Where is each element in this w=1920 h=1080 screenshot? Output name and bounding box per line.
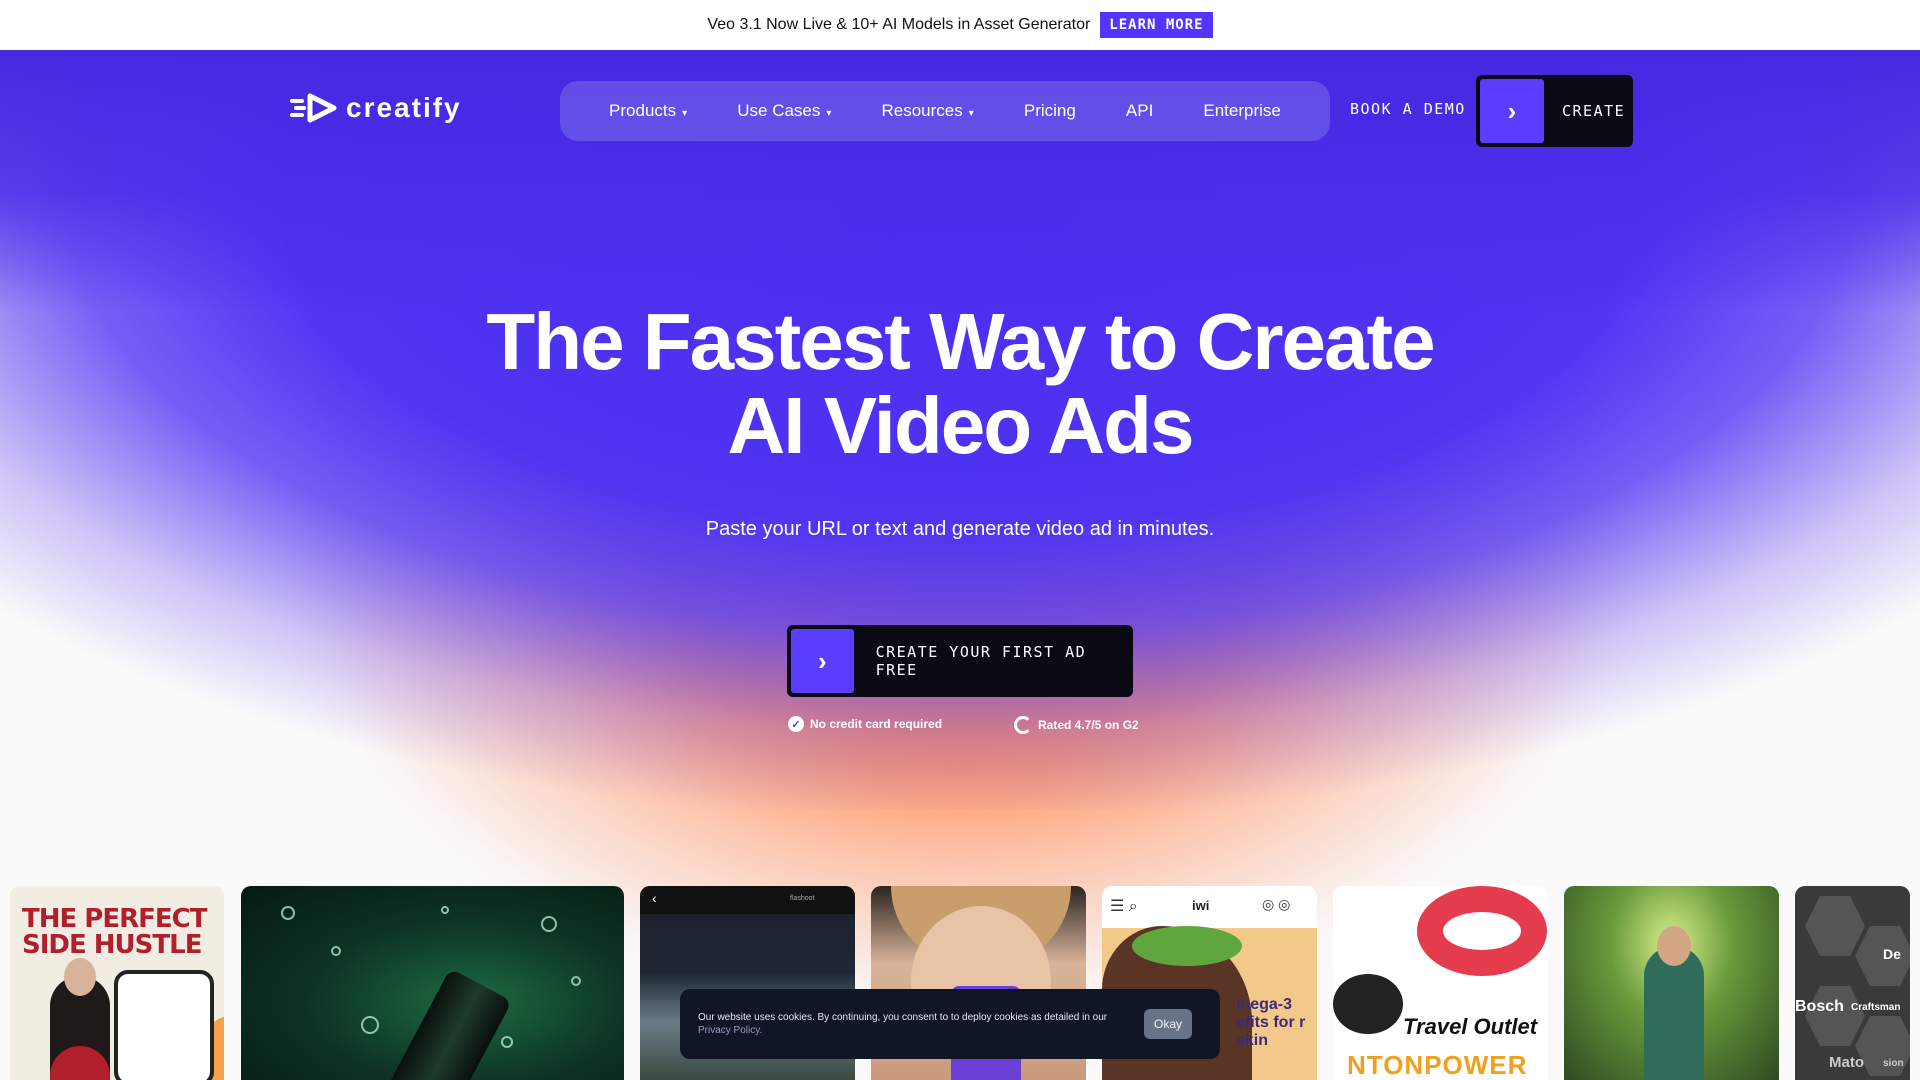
hero-subtitle: Paste your URL or text and generate vide… (705, 518, 1215, 540)
main-nav: Products ▾ Use Cases ▾ Resources ▾ Prici… (560, 81, 1330, 141)
cookie-okay-button[interactable]: Okay (1144, 1009, 1193, 1039)
nav-use-cases[interactable]: Use Cases ▾ (737, 101, 831, 121)
nav-resources[interactable]: Resources ▾ (881, 101, 973, 121)
g2-icon (1014, 716, 1032, 734)
energy-drink-can (379, 968, 513, 1080)
example-card-fairy[interactable] (1564, 886, 1779, 1080)
creatify-logo-icon (290, 93, 337, 123)
example-card-side-hustle[interactable]: THE PERFECT SIDE HUSTLE (10, 886, 224, 1080)
nav-enterprise[interactable]: Enterprise (1203, 101, 1280, 121)
chevron-down-icon: ▾ (682, 107, 688, 119)
cart-icon: ◎ ◎ (1262, 896, 1291, 912)
menu-icon: ☰ ⌕ (1110, 898, 1138, 915)
brand-name: creatify (346, 92, 462, 123)
example-card-energy-can[interactable] (241, 886, 624, 1080)
arrow-right-icon: › (791, 629, 854, 693)
nav-pricing[interactable]: Pricing (1024, 101, 1076, 121)
create-first-ad-button[interactable]: › CREATE YOUR FIRST AD FREE (787, 625, 1133, 697)
book-demo-link[interactable]: BOOK A DEMO (1350, 100, 1466, 118)
example-card-tool-brands[interactable]: De Bosch Craftsman Mato sion (1795, 886, 1910, 1080)
no-credit-card-note: ✓ No credit card required (788, 716, 942, 732)
cookie-message: Our website uses cookies. By continuing,… (698, 1012, 1108, 1036)
cookie-banner: Our website uses cookies. By continuing,… (680, 989, 1220, 1059)
nav-products[interactable]: Products ▾ (609, 101, 687, 121)
phone-mockup (114, 970, 214, 1080)
announcement-bar: Veo 3.1 Now Live & 10+ AI Models in Asse… (0, 0, 1920, 50)
announcement-text: Veo 3.1 Now Live & 10+ AI Models in Asse… (707, 16, 1091, 33)
check-icon: ✓ (788, 716, 804, 732)
example-card-travel-outlet[interactable]: Travel Outlet NTONPOWER (1333, 886, 1548, 1080)
hero-title: The Fastest Way to Create AI Video Ads (486, 297, 1435, 470)
arrow-right-icon: › (1480, 79, 1544, 143)
create-button[interactable]: › CREATE (1476, 75, 1633, 147)
nav-api[interactable]: API (1126, 101, 1153, 121)
chevron-left-icon: ‹ (652, 890, 657, 906)
learn-more-button[interactable]: LEARN MORE (1100, 12, 1213, 38)
privacy-policy-link[interactable]: Privacy Policy. (698, 1025, 762, 1036)
creatify-logo[interactable]: creatify (290, 92, 462, 124)
g2-rating-note: Rated 4.7/5 on G2 (1014, 716, 1139, 734)
chevron-down-icon: ▾ (968, 107, 974, 119)
chevron-down-icon: ▾ (826, 107, 832, 119)
